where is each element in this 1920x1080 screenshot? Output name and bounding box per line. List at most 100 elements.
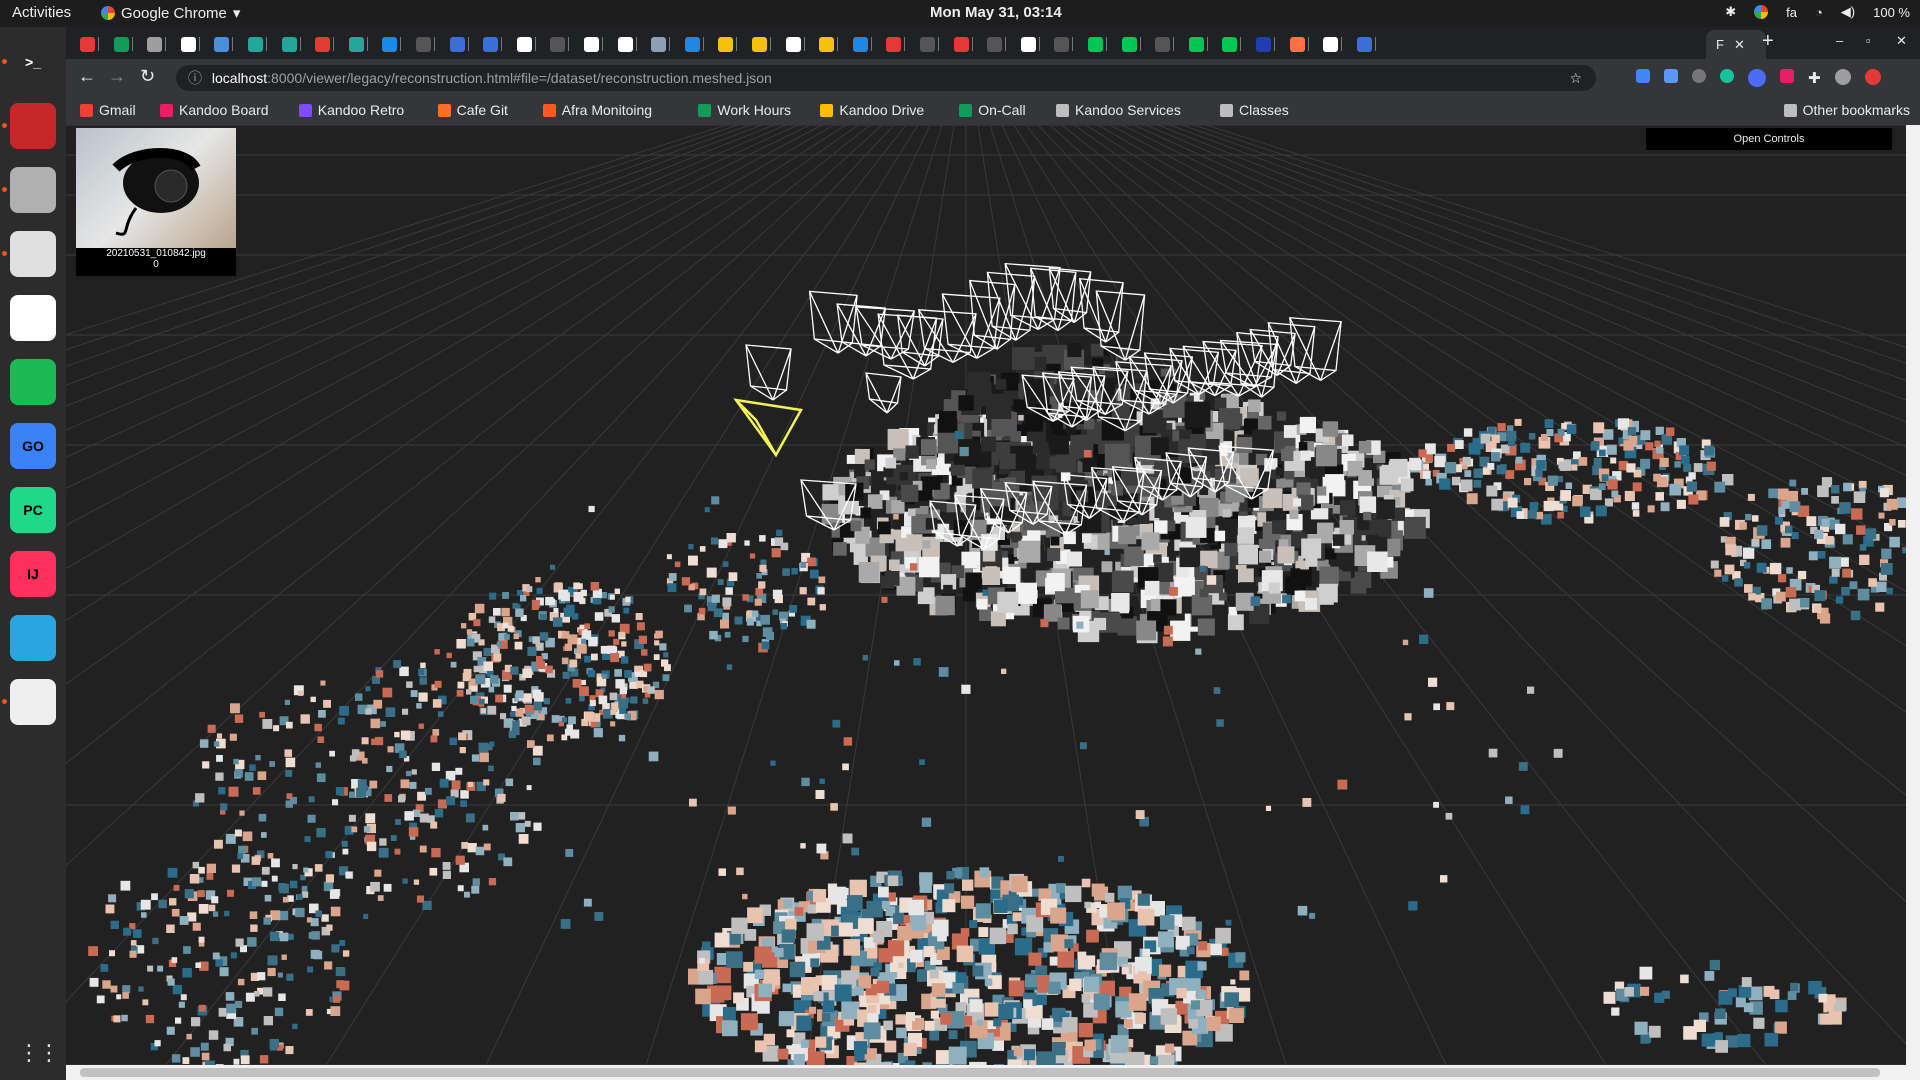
new-tab-button[interactable]: + — [1762, 30, 1774, 53]
bookmark-item[interactable]: Afra Monitoing — [542, 102, 652, 118]
browser-tab[interactable] — [80, 34, 114, 54]
volume-icon[interactable]: ◀) — [1841, 4, 1855, 20]
reconstruction-viewport[interactable] — [66, 125, 1920, 1065]
bookmark-item[interactable]: Kandoo Services — [1056, 102, 1181, 118]
battery-label[interactable]: 100 % — [1873, 5, 1910, 20]
input-language[interactable]: fa — [1786, 5, 1797, 20]
browser-tab[interactable] — [315, 34, 349, 54]
bookmark-item[interactable]: Gmail — [80, 102, 136, 118]
horizontal-scrollbar[interactable] — [66, 1065, 1906, 1080]
browser-tab[interactable] — [1188, 34, 1223, 54]
url-bar[interactable]: ⓘ localhost:8000/viewer/legacy/reconstru… — [176, 65, 1596, 91]
dock-intellij-icon[interactable]: IJ — [10, 551, 56, 597]
dock-terminal-icon[interactable]: >_ — [10, 39, 56, 85]
browser-tab[interactable] — [1356, 34, 1391, 54]
extension-badge-icon[interactable] — [1748, 69, 1766, 87]
profile-avatar[interactable] — [1834, 69, 1851, 85]
browser-tab[interactable] — [516, 34, 551, 54]
browser-tab[interactable] — [617, 34, 652, 54]
bookmark-star-icon[interactable]: ☆ — [1569, 65, 1582, 91]
dock-goland-icon[interactable]: GO — [10, 423, 56, 469]
reload-icon[interactable]: ↻ — [140, 66, 155, 87]
browser-tab[interactable] — [785, 34, 820, 54]
browser-tab[interactable] — [416, 34, 450, 54]
vertical-scrollbar[interactable] — [1906, 125, 1920, 1080]
forward-icon[interactable]: → — [108, 66, 126, 87]
slack-tray-icon[interactable]: ✱ — [1725, 4, 1736, 20]
browser-tab[interactable] — [147, 34, 181, 54]
browser-tab[interactable] — [1256, 34, 1290, 54]
browser-tab[interactable] — [1088, 34, 1122, 54]
bookmark-item[interactable]: Kandoo Board — [160, 102, 269, 118]
browser-tab[interactable] — [1323, 34, 1357, 54]
bookmark-item[interactable]: Classes — [1220, 102, 1289, 118]
browser-tab[interactable] — [248, 34, 282, 54]
chrome-tray-icon[interactable] — [1754, 5, 1769, 19]
browser-tab[interactable] — [1054, 34, 1088, 54]
puzzle-icon[interactable]: ✚ — [1808, 69, 1821, 87]
close-tab-icon[interactable]: ✕ — [1734, 37, 1745, 53]
browser-tab[interactable] — [1020, 34, 1055, 54]
browser-tab[interactable] — [382, 34, 416, 54]
bookmark-item[interactable]: On-Call — [959, 102, 1026, 118]
minimize-icon[interactable]: – — [1836, 33, 1843, 48]
camera-frustum[interactable] — [865, 372, 902, 414]
selected-camera-frustum[interactable] — [733, 398, 803, 458]
app-menu[interactable]: Google Chrome ▾ — [101, 4, 240, 22]
browser-tab[interactable] — [449, 34, 484, 54]
wifi-icon[interactable]: ◔ — [1815, 5, 1823, 20]
extension-icon[interactable] — [1692, 69, 1706, 83]
bookmark-item[interactable]: Work Hours — [698, 102, 791, 118]
bookmark-item[interactable]: Kandoo Drive — [820, 102, 924, 118]
browser-tab[interactable] — [180, 34, 215, 54]
bookmark-item[interactable]: Kandoo Retro — [298, 102, 404, 118]
dock-pycharm-icon[interactable]: PC — [10, 487, 56, 533]
browser-tab[interactable] — [684, 34, 719, 54]
browser-tab[interactable] — [348, 34, 383, 54]
browser-tab[interactable] — [483, 34, 517, 54]
browser-tab[interactable] — [113, 34, 148, 54]
grammarly-icon[interactable] — [1720, 69, 1734, 83]
active-tab[interactable]: F ✕ — [1706, 30, 1766, 59]
dock-telegram-icon[interactable] — [10, 615, 56, 661]
scene-canvas[interactable] — [66, 125, 1920, 1065]
dock-slides-app-icon[interactable] — [10, 103, 56, 149]
browser-tab[interactable] — [987, 34, 1021, 54]
dock-chrome-icon[interactable] — [10, 231, 56, 277]
dock-document-viewer-icon[interactable] — [10, 679, 56, 725]
browser-tab[interactable] — [281, 34, 316, 54]
other-bookmarks[interactable]: Other bookmarks — [1783, 102, 1910, 118]
activities-button[interactable]: Activities — [12, 4, 71, 21]
info-icon[interactable]: ⓘ — [188, 70, 202, 86]
browser-tab[interactable] — [1121, 34, 1156, 54]
browser-tab[interactable] — [819, 34, 853, 54]
camera-frustum[interactable] — [745, 344, 792, 401]
browser-tab[interactable] — [920, 34, 954, 54]
clock[interactable]: Mon May 31, 03:14 — [930, 4, 1062, 21]
extension-icon[interactable] — [1780, 69, 1794, 83]
image-preview[interactable]: 20210531_010842.jpg 0 — [76, 128, 236, 276]
close-window-icon[interactable]: ✕ — [1896, 33, 1907, 49]
back-icon[interactable]: ← — [78, 66, 96, 87]
translate-icon[interactable] — [1664, 69, 1678, 83]
browser-tab[interactable] — [1289, 34, 1324, 54]
browser-tab[interactable] — [852, 34, 887, 54]
browser-tab[interactable] — [752, 34, 786, 54]
update-icon[interactable] — [1864, 69, 1881, 85]
bookmark-item[interactable]: Cafe Git — [437, 102, 508, 118]
browser-tab[interactable] — [1222, 34, 1256, 54]
browser-tab[interactable] — [214, 34, 248, 54]
maximize-icon[interactable]: ▫ — [1866, 33, 1871, 48]
open-controls-button[interactable]: Open Controls — [1646, 128, 1892, 150]
dock-slack-icon[interactable] — [10, 295, 56, 341]
camera-frustum[interactable] — [808, 290, 858, 354]
browser-tab[interactable] — [1155, 34, 1189, 54]
browser-tab[interactable] — [584, 34, 618, 54]
dock-spotify-icon[interactable] — [10, 359, 56, 405]
browser-tab[interactable] — [886, 34, 920, 54]
scrollbar-thumb[interactable] — [80, 1068, 1880, 1077]
dock-file-manager-icon[interactable] — [10, 167, 56, 213]
browser-tab[interactable] — [651, 34, 685, 54]
browser-tab[interactable] — [953, 34, 988, 54]
browser-tab[interactable] — [718, 34, 752, 54]
